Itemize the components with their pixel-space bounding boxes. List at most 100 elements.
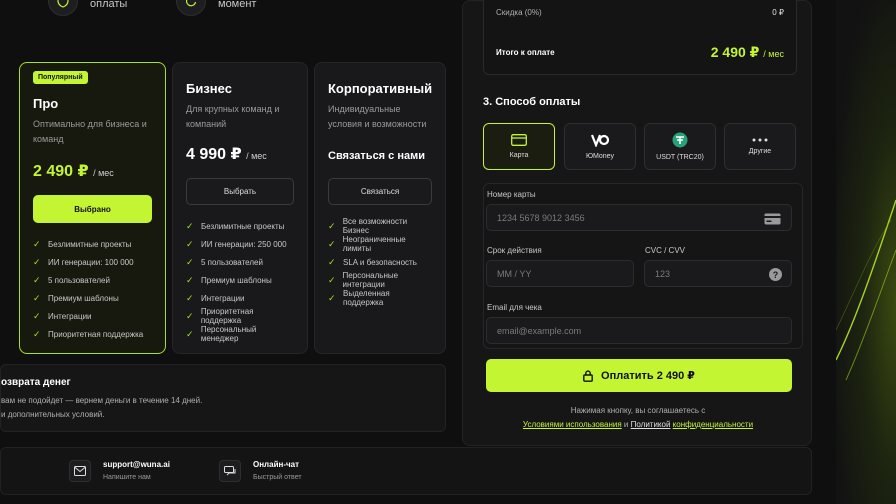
check-icon: ✓ (33, 256, 41, 267)
plan-description: Оптимально для бизнеса и команд (33, 119, 147, 144)
choose-button[interactable]: Выбрать (186, 178, 294, 205)
payment-method-title: 3. Способ оплаты (483, 96, 581, 108)
card-number-input[interactable]: 1234 5678 9012 3456 (486, 204, 792, 231)
total-label: Итого к оплате (496, 48, 555, 57)
plan-price: 2 490 ₽ / мес (33, 161, 152, 181)
check-icon: ✓ (33, 328, 41, 339)
shield-icon (48, 0, 78, 16)
expiry-input[interactable]: MM / YY (486, 260, 634, 287)
feature-text: Приоритетная поддержка (48, 329, 144, 339)
check-icon: ✓ (328, 274, 336, 285)
tether-icon (672, 132, 688, 148)
list-item: ✓ Безлимитные проекты (186, 217, 294, 235)
email-input[interactable]: email@example.com (486, 317, 792, 344)
check-icon: ✓ (33, 238, 41, 249)
card-number-placeholder: 1234 5678 9012 3456 (497, 212, 585, 223)
price-period: / мес (246, 151, 267, 161)
card-icon (511, 134, 527, 146)
yoomoney-icon (591, 134, 609, 147)
feature-text: Безлимитные проекты (48, 239, 132, 249)
feature-text: Выделенная поддержка (342, 289, 390, 307)
price-value: 2 490 ₽ (33, 163, 89, 180)
list-item: ✓ Все возможности Бизнес (328, 217, 432, 235)
refund-description: вам не подойдет — вернем деньги в течени… (1, 394, 445, 422)
feature-text: Интеграции (201, 293, 245, 303)
chat-icon (219, 460, 241, 482)
feature-text: Интеграции (48, 311, 92, 321)
terms-link[interactable]: Условиями использования (523, 420, 622, 429)
discount-row: Скидка (0%) 0 ₽ (496, 8, 784, 17)
feature-secure-payments: оплаты (48, 0, 127, 16)
card-number-label: Номер карты (487, 190, 536, 199)
help-icon[interactable]: ? (769, 268, 782, 281)
check-icon: ✓ (328, 220, 336, 231)
check-icon: ✓ (186, 274, 194, 285)
check-icon: ✓ (328, 292, 336, 303)
selected-button[interactable]: Выбрано (33, 195, 152, 223)
check-icon: ✓ (33, 274, 41, 285)
list-item: ✓ Безлимитные проекты (33, 235, 152, 253)
plan-price: 4 990 ₽ / мес (186, 144, 294, 164)
support-email: support@wuna.ai (103, 460, 170, 469)
feature-text: ИИ генерации: 250 000 (201, 239, 287, 249)
payment-method-other[interactable]: Другие (724, 123, 796, 170)
feature-label: оплаты (90, 0, 128, 10)
feature-text: ИИ генерации: 100 000 (48, 257, 134, 267)
expiry-label: Срок действия (487, 246, 542, 255)
list-item: ✓ Персональный менеджер (186, 325, 294, 343)
price-period: / мес (93, 168, 114, 178)
feature-instant: момент (176, 0, 256, 16)
check-icon: ✓ (186, 220, 194, 231)
refund-line: и дополнительных условий. (1, 410, 105, 419)
cvc-label: CVC / CVV (645, 246, 686, 255)
lock-icon (583, 369, 593, 382)
payment-method-yoomoney[interactable]: ЮMoney (564, 123, 636, 170)
total-amount: 2 490 ₽ (710, 44, 760, 60)
check-icon: ✓ (33, 310, 41, 321)
discount-value: 0 ₽ (772, 8, 784, 17)
plan-features: ✓ Безлимитные проекты ✓ ИИ генерации: 100 … (33, 235, 152, 343)
payment-method-card[interactable]: Карта (483, 123, 555, 170)
plan-name: Про (33, 96, 59, 111)
feature-text: 5 пользователей (48, 275, 110, 285)
total-value: 2 490 ₽ / мес (711, 44, 784, 61)
plan-card-corporate[interactable]: Корпоративный Индивидуальные условия и в… (314, 62, 446, 354)
feature-label: момент (218, 0, 257, 10)
feature-text: Неограниченные лимиты (342, 235, 406, 253)
order-summary: Скидка (0%) 0 ₽ Итого к оплате 2 490 ₽ /… (483, 0, 797, 75)
payment-method-label: USDT (TRC20) (656, 154, 704, 161)
list-item: ✓ Интеграции (33, 307, 152, 325)
contact-footer: support@wuna.ai Напишите нам Онлайн-чат … (0, 447, 812, 495)
email-placeholder: email@example.com (497, 325, 582, 336)
payment-method-usdt[interactable]: USDT (TRC20) (644, 123, 716, 170)
list-item: ✓ Премиум шаблоны (186, 271, 294, 289)
discount-label: Скидка (0%) (496, 8, 542, 17)
contact-button[interactable]: Связаться (328, 178, 432, 205)
feature-text: SLA и безопасность (343, 257, 417, 267)
pay-button[interactable]: Оплатить 2 490 ₽ (486, 359, 792, 392)
check-icon: ✓ (328, 238, 336, 249)
list-item: ✓ SLA и безопасность (328, 253, 432, 271)
plan-card-business[interactable]: Бизнес Для крупных команд и компаний 4 9… (172, 62, 308, 354)
chat-contact[interactable]: Онлайн-чат Быстрый ответ (219, 460, 302, 482)
card-icon (764, 213, 781, 225)
plan-name: Корпоративный (328, 81, 433, 96)
privacy-link-2[interactable]: конфиденциальности (673, 420, 753, 429)
list-item: ✓ Приоритетная поддержка (33, 325, 152, 343)
list-item: ✓ Премиум шаблоны (33, 289, 152, 307)
privacy-link[interactable]: Политикой (631, 420, 671, 429)
expiry-placeholder: MM / YY (497, 268, 532, 279)
list-item: ✓ Неограниченные лимиты (328, 235, 432, 253)
plan-description: Для крупных команд и компаний (186, 104, 280, 129)
list-item: ✓ 5 пользователей (186, 253, 294, 271)
plan-card-pro[interactable]: Популярный Про Оптимально для бизнеса и … (19, 62, 166, 354)
more-icon (752, 138, 768, 142)
cvc-placeholder: 123 (655, 268, 671, 279)
email-label: Email для чека (487, 303, 542, 312)
refund-info: озврата денег вам не подойдет — вернем д… (0, 364, 446, 432)
check-icon: ✓ (186, 292, 194, 303)
price-value: 4 990 ₽ (186, 146, 242, 163)
email-contact[interactable]: support@wuna.ai Напишите нам (69, 460, 170, 482)
plan-name: Бизнес (186, 81, 232, 96)
cvc-input[interactable]: 123 ? (644, 260, 792, 287)
